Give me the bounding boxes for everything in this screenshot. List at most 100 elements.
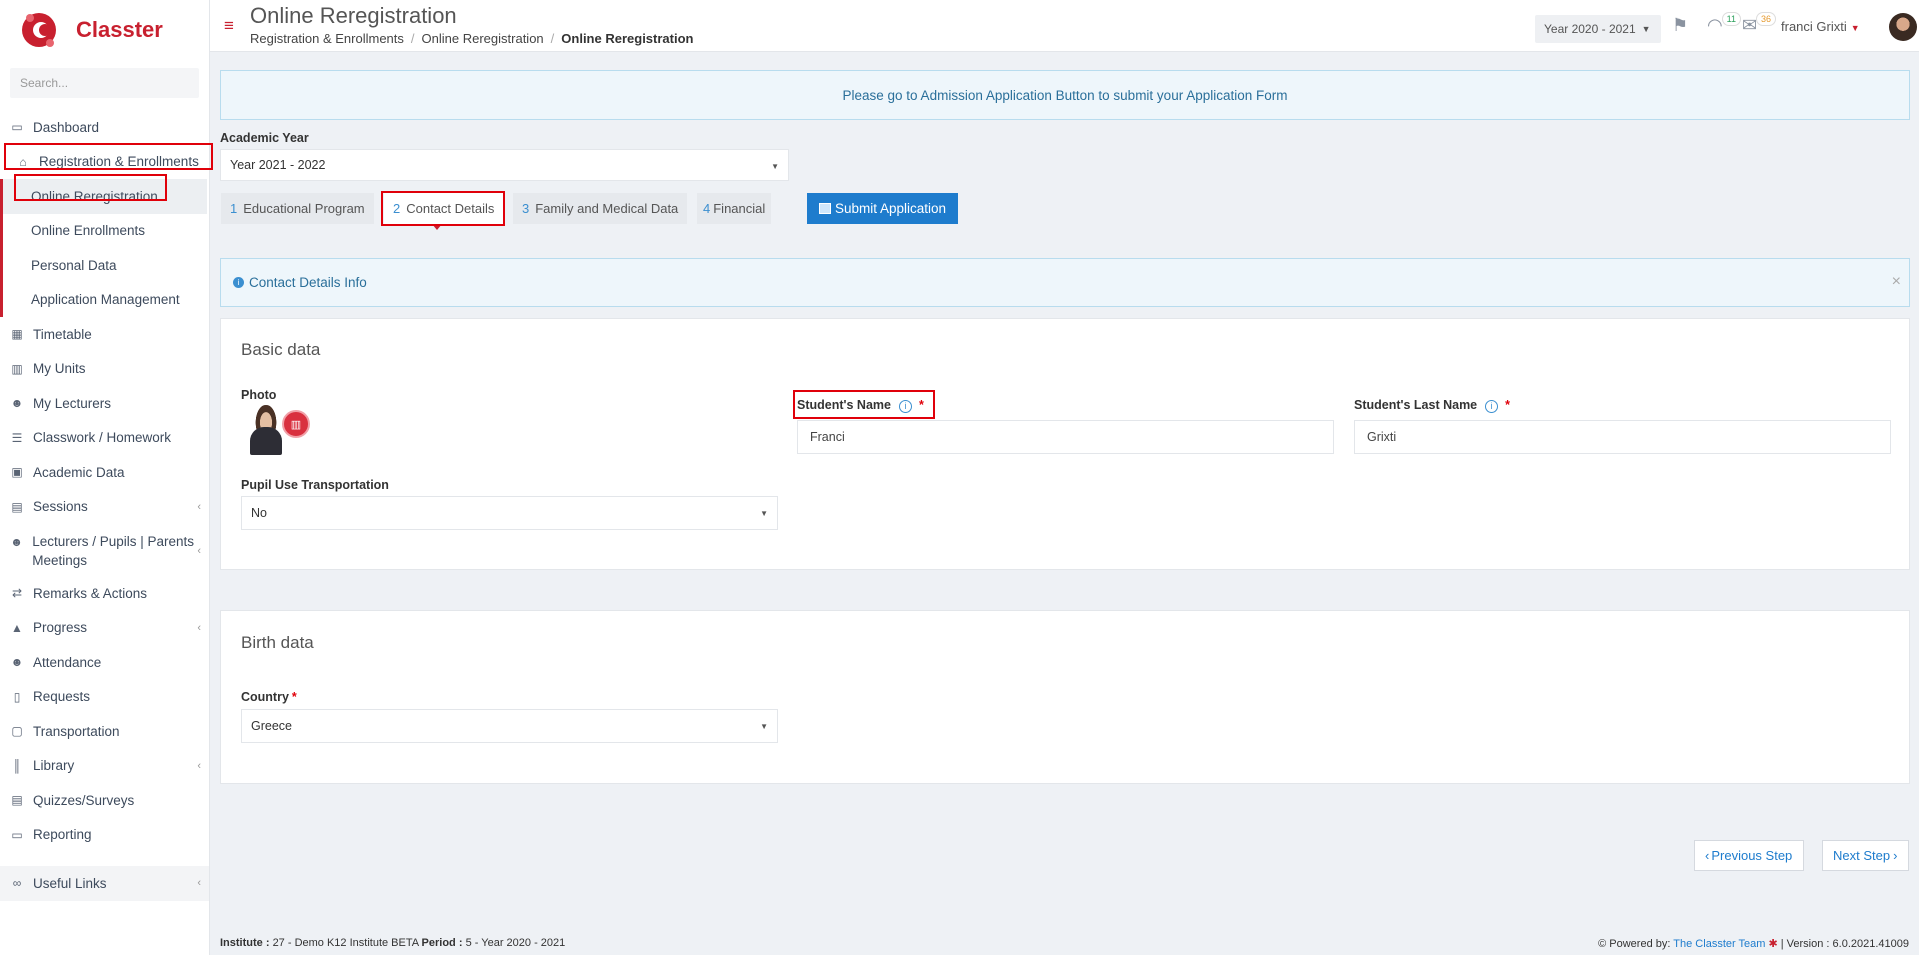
caret-down-icon: ▼: [1850, 23, 1860, 33]
classter-team-link[interactable]: The Classter Team: [1673, 938, 1765, 950]
required-marker: *: [1505, 398, 1511, 412]
academic-year-select[interactable]: Year 2021 - 2022 ▼: [220, 149, 789, 181]
chevron-left-icon: ‹: [197, 877, 201, 890]
student-name-field[interactable]: Franci: [797, 420, 1334, 454]
chevron-left-icon: ‹: [197, 545, 201, 557]
quiz-icon: ▤: [11, 793, 23, 808]
classter-logo-small-icon: ✱: [1768, 938, 1778, 950]
tab-financial[interactable]: 4 Financial: [697, 193, 772, 224]
info-icon: i: [233, 277, 244, 288]
sidebar-item-remarks[interactable]: ⇄ Remarks & Actions: [0, 576, 209, 611]
user-check-icon: ☻: [10, 655, 24, 670]
caret-down-icon: ▼: [760, 722, 768, 731]
document-icon: ▯: [13, 689, 21, 704]
bell-icon[interactable]: ◠ 11: [1707, 12, 1741, 39]
photo-label: Photo: [241, 388, 277, 402]
student-name-label: Student's Name i *: [797, 398, 924, 413]
sidebar-item-academic-data[interactable]: ▣ Academic Data: [0, 455, 209, 490]
next-step-button[interactable]: Next Step ›: [1822, 840, 1909, 871]
tab-family-medical[interactable]: 3 Family and Medical Data: [513, 193, 688, 224]
sidebar-item-registration[interactable]: ⌂ Registration & Enrollments: [0, 145, 209, 180]
sidebar-item-sessions[interactable]: ▤ Sessions ‹: [0, 490, 209, 525]
avatar[interactable]: [1889, 13, 1917, 41]
sidebar-item-my-lecturers[interactable]: ☻ My Lecturers: [0, 386, 209, 421]
birth-data-panel: Birth data: [220, 610, 1910, 784]
sidebar-item-library[interactable]: ║ Library ‹: [0, 749, 209, 784]
sidebar-item-progress[interactable]: ▲ Progress ‹: [0, 611, 209, 646]
contact-details-info: i Contact Details Info ×: [220, 258, 1910, 307]
tab-educational-program[interactable]: 1 Educational Program: [221, 193, 374, 224]
country-label: Country *: [241, 690, 297, 704]
sidebar: Classter Search... ▭ Dashboard ⌂ Registr…: [0, 0, 210, 955]
chevron-left-icon: ‹: [197, 500, 201, 513]
chevron-right-icon: ›: [1893, 848, 1898, 863]
info-icon[interactable]: i: [898, 399, 912, 413]
submit-application-button[interactable]: Submit Application: [807, 193, 958, 224]
top-bar: ≡ Online Reregistration Registration & E…: [210, 0, 1919, 52]
hamburger-menu-icon[interactable]: ≡: [224, 17, 234, 34]
laptop-icon: ▭: [11, 120, 23, 135]
sidebar-item-quizzes[interactable]: ▤ Quizzes/Surveys: [0, 783, 209, 818]
meeting-icon: ☻: [10, 534, 23, 549]
caret-down-icon: ▼: [1641, 24, 1651, 34]
tab-contact-details[interactable]: 2 Contact Details: [384, 193, 504, 224]
graduation-cap-icon: ▲: [11, 620, 23, 635]
chevron-left-icon: ‹: [197, 759, 201, 772]
sidebar-item-online-enrollments[interactable]: Online Enrollments: [0, 213, 209, 248]
notifications-badge: 11: [1721, 12, 1741, 26]
breadcrumb-item[interactable]: Online Reregistration: [422, 31, 544, 46]
basic-data-title: Basic data: [241, 340, 321, 359]
info-icon[interactable]: i: [1485, 399, 1499, 413]
sidebar-item-reporting[interactable]: ▭ Reporting: [0, 818, 209, 853]
caret-down-icon: ▼: [771, 162, 779, 171]
book-icon: ▥: [11, 361, 23, 376]
sidebar-item-personal-data[interactable]: Personal Data: [0, 248, 209, 283]
student-photo-body: [250, 427, 282, 455]
bank-icon: ⌂: [19, 154, 27, 169]
required-marker: *: [918, 398, 924, 412]
caret-down-icon: ▼: [760, 509, 768, 518]
student-last-name-field[interactable]: Grixti: [1354, 420, 1891, 454]
sidebar-item-application-management[interactable]: Application Management: [0, 282, 209, 317]
country-select[interactable]: Greece ▼: [241, 709, 778, 743]
printer-icon: ▭: [11, 827, 23, 842]
sidebar-search-input[interactable]: Search...: [10, 68, 199, 98]
shuffle-icon: ⇄: [11, 586, 23, 601]
transportation-select[interactable]: No ▼: [241, 496, 778, 530]
sidebar-item-dashboard[interactable]: ▭ Dashboard: [0, 110, 209, 145]
list-icon: ☰: [11, 430, 23, 445]
messages-badge: 36: [1755, 12, 1776, 26]
breadcrumb-current: Online Reregistration: [561, 31, 694, 46]
sidebar-item-transportation[interactable]: ▢ Transportation: [0, 714, 209, 749]
bus-icon: ▢: [11, 724, 23, 739]
footer-powered: © Powered by: The Classter Team ✱ | Vers…: [1598, 938, 1909, 950]
active-tab-indicator: [432, 224, 442, 230]
sidebar-item-useful-links[interactable]: ∞ Useful Links ‹: [0, 866, 209, 901]
admission-notice: Please go to Admission Application Butto…: [220, 70, 1910, 120]
calendar-icon: ▦: [11, 327, 23, 342]
id-card-icon: ▣: [11, 465, 23, 480]
student-last-name-label: Student's Last Name i *: [1354, 398, 1511, 413]
trash-icon[interactable]: ▥: [282, 410, 310, 438]
users-icon: ☻: [10, 396, 24, 411]
sidebar-item-timetable[interactable]: ▦ Timetable: [0, 317, 209, 352]
flag-icon[interactable]: ⚑: [1672, 15, 1696, 39]
year-select[interactable]: Year 2020 - 2021 ▼: [1535, 15, 1661, 43]
sidebar-item-classwork[interactable]: ☰ Classwork / Homework: [0, 421, 209, 456]
library-icon: ║: [12, 758, 22, 773]
sidebar-item-meetings[interactable]: ☻ Lecturers / Pupils | Parents Meetings …: [0, 524, 209, 576]
link-icon: ∞: [12, 876, 22, 891]
sidebar-item-online-reregistration[interactable]: Online Reregistration: [0, 179, 207, 214]
previous-step-button[interactable]: ‹ Previous Step: [1694, 840, 1804, 871]
sidebar-item-attendance[interactable]: ☻ Attendance: [0, 645, 209, 680]
breadcrumb-item[interactable]: Registration & Enrollments: [250, 31, 404, 46]
birth-data-title: Birth data: [241, 633, 314, 652]
required-marker: *: [291, 690, 297, 704]
logo[interactable]: Classter: [0, 0, 209, 60]
user-menu[interactable]: franci Grixti ▼: [1781, 19, 1860, 34]
sidebar-item-my-units[interactable]: ▥ My Units: [0, 352, 209, 387]
page-title: Online Reregistration: [250, 3, 457, 28]
close-icon[interactable]: ×: [1892, 273, 1901, 291]
envelope-icon[interactable]: ✉ 36: [1742, 12, 1776, 39]
sidebar-item-requests[interactable]: ▯ Requests: [0, 680, 209, 715]
